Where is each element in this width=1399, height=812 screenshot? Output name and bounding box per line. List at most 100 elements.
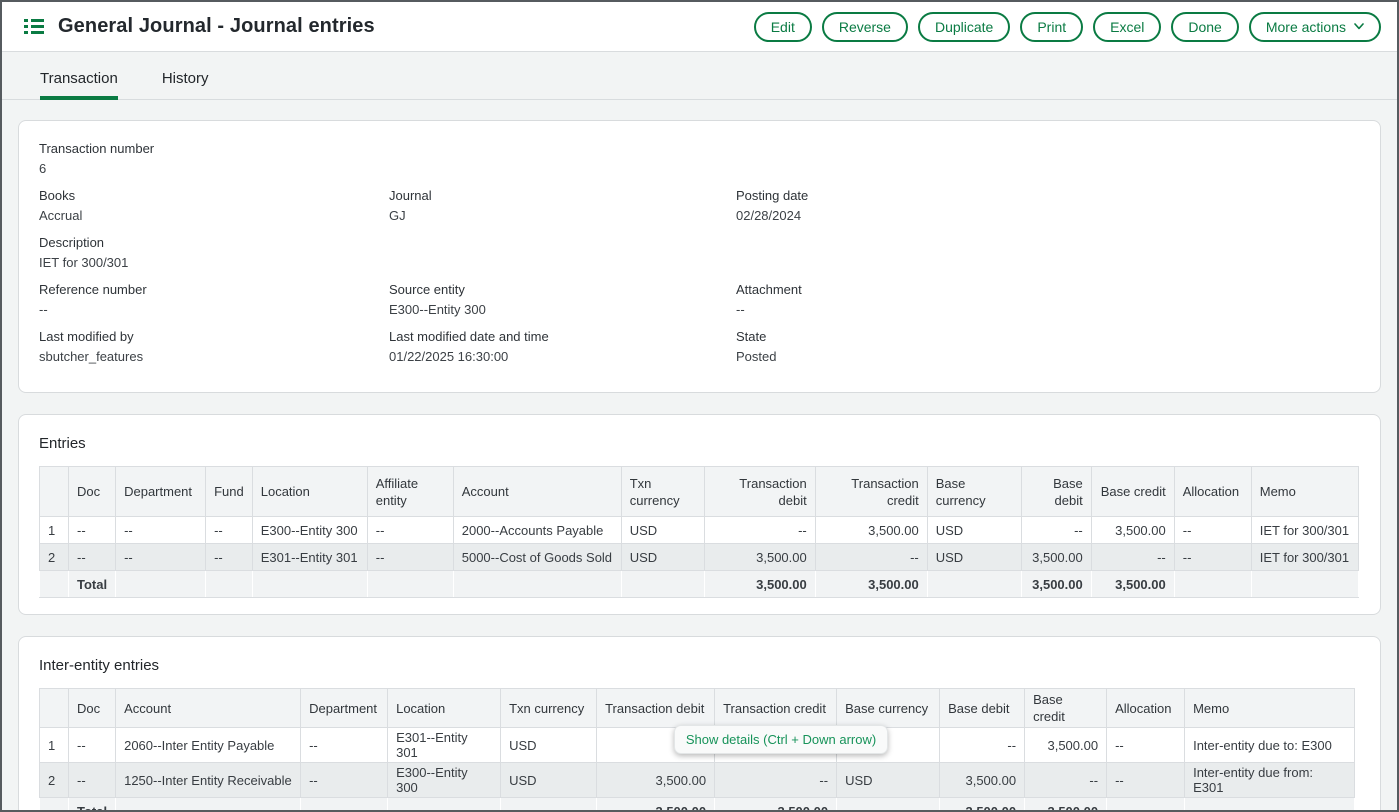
field-label: Attachment bbox=[736, 282, 1340, 298]
table-cell[interactable]: E301--Entity 301 bbox=[388, 728, 501, 763]
field-value: Posted bbox=[736, 349, 1340, 365]
tab-transaction[interactable]: Transaction bbox=[40, 70, 118, 100]
table-cell[interactable]: -- bbox=[301, 728, 388, 763]
table-cell[interactable]: Inter-entity due from: E301 bbox=[1185, 763, 1355, 798]
table-cell[interactable]: Inter-entity due to: E300 bbox=[1185, 728, 1355, 763]
table-cell[interactable]: -- bbox=[367, 517, 453, 544]
column-header: Location bbox=[388, 689, 501, 728]
table-cell[interactable]: 1 bbox=[40, 517, 69, 544]
excel-button[interactable]: Excel bbox=[1093, 12, 1161, 42]
field-value: Accrual bbox=[39, 208, 369, 224]
table-cell[interactable]: E301--Entity 301 bbox=[252, 544, 367, 571]
table-cell[interactable]: -- bbox=[69, 763, 116, 798]
page-title: General Journal - Journal entries bbox=[58, 15, 375, 38]
table-cell[interactable]: 2 bbox=[40, 544, 69, 571]
field-label: Source entity bbox=[389, 282, 716, 298]
more-actions-button[interactable]: More actions bbox=[1249, 12, 1381, 42]
field-value: 01/22/2025 16:30:00 bbox=[389, 349, 716, 365]
list-icon-glyph bbox=[24, 18, 44, 35]
done-button[interactable]: Done bbox=[1171, 12, 1238, 42]
action-button-group: Edit Reverse Duplicate Print Excel Done … bbox=[754, 12, 1381, 42]
field-value: -- bbox=[39, 302, 369, 318]
table-cell[interactable]: USD bbox=[927, 517, 1021, 544]
field-row: Transaction number 6 bbox=[39, 141, 1360, 177]
table-cell[interactable]: -- bbox=[1174, 517, 1251, 544]
column-header: Transaction debit bbox=[597, 689, 715, 728]
table-cell[interactable]: -- bbox=[69, 544, 116, 571]
table-cell[interactable]: 3,500.00 bbox=[1091, 517, 1174, 544]
column-header: Txn currency bbox=[501, 689, 597, 728]
table-cell[interactable]: 2 bbox=[40, 763, 69, 798]
table-cell[interactable]: USD bbox=[501, 728, 597, 763]
table-cell[interactable]: 1 bbox=[40, 728, 69, 763]
total-cell: 3,500.00 bbox=[597, 798, 715, 812]
table-cell[interactable]: 2000--Accounts Payable bbox=[453, 517, 621, 544]
field-row: Last modified bysbutcher_featuresLast mo… bbox=[39, 329, 1360, 365]
table-cell[interactable]: -- bbox=[1021, 517, 1091, 544]
journal-list-icon[interactable] bbox=[24, 18, 44, 35]
table-cell[interactable]: 3,500.00 bbox=[940, 763, 1025, 798]
field-label: Transaction number bbox=[39, 141, 369, 157]
tab-history[interactable]: History bbox=[162, 70, 209, 100]
table-cell[interactable]: -- bbox=[367, 544, 453, 571]
table-cell[interactable]: USD bbox=[501, 763, 597, 798]
table-cell[interactable]: -- bbox=[116, 517, 206, 544]
total-cell bbox=[301, 798, 388, 812]
table-cell[interactable]: 3,500.00 bbox=[597, 763, 715, 798]
table-cell[interactable]: USD bbox=[621, 517, 704, 544]
table-cell[interactable]: -- bbox=[704, 517, 815, 544]
column-header: Base credit bbox=[1091, 467, 1174, 517]
table-cell[interactable]: 1250--Inter Entity Receivable bbox=[116, 763, 301, 798]
column-header: Base currency bbox=[837, 689, 940, 728]
table-cell[interactable]: USD bbox=[927, 544, 1021, 571]
table-cell[interactable]: -- bbox=[1025, 763, 1107, 798]
field-label: Books bbox=[39, 188, 369, 204]
field-row: BooksAccrualJournalGJPosting date02/28/2… bbox=[39, 188, 1360, 224]
table-cell[interactable]: -- bbox=[301, 763, 388, 798]
table-cell[interactable]: USD bbox=[837, 763, 940, 798]
app-window: General Journal - Journal entries Edit R… bbox=[0, 0, 1399, 812]
total-cell: Total bbox=[69, 571, 116, 598]
table-cell[interactable]: 3,500.00 bbox=[1025, 728, 1107, 763]
total-cell bbox=[1174, 571, 1251, 598]
table-cell[interactable]: USD bbox=[621, 544, 704, 571]
table-cell[interactable]: 3,500.00 bbox=[1021, 544, 1091, 571]
table-cell[interactable]: -- bbox=[206, 517, 253, 544]
table-cell[interactable]: -- bbox=[940, 728, 1025, 763]
table-cell[interactable]: 5000--Cost of Goods Sold bbox=[453, 544, 621, 571]
table-cell[interactable]: 3,500.00 bbox=[704, 544, 815, 571]
table-cell[interactable]: -- bbox=[1107, 763, 1185, 798]
table-cell[interactable]: -- bbox=[69, 517, 116, 544]
table-cell[interactable]: -- bbox=[1174, 544, 1251, 571]
field-value: 6 bbox=[39, 161, 369, 177]
table-cell[interactable]: IET for 300/301 bbox=[1251, 517, 1358, 544]
reverse-button[interactable]: Reverse bbox=[822, 12, 908, 42]
table-cell[interactable]: -- bbox=[1091, 544, 1174, 571]
table-cell[interactable]: -- bbox=[815, 544, 927, 571]
table-cell[interactable]: -- bbox=[116, 544, 206, 571]
total-row: Total3,500.003,500.003,500.003,500.00 bbox=[40, 798, 1355, 812]
total-cell: 3,500.00 bbox=[1021, 571, 1091, 598]
print-button[interactable]: Print bbox=[1020, 12, 1083, 42]
table-cell[interactable]: -- bbox=[715, 763, 837, 798]
show-details-tooltip: Show details (Ctrl + Down arrow) bbox=[674, 725, 888, 754]
column-header: Department bbox=[301, 689, 388, 728]
column-header: Department bbox=[116, 467, 206, 517]
table-cell[interactable]: E300--Entity 300 bbox=[388, 763, 501, 798]
table-cell[interactable]: 2060--Inter Entity Payable bbox=[116, 728, 301, 763]
table-cell[interactable]: 3,500.00 bbox=[815, 517, 927, 544]
field-books: Books Accrual bbox=[39, 188, 389, 224]
table-cell[interactable]: -- bbox=[69, 728, 116, 763]
table-cell[interactable]: -- bbox=[206, 544, 253, 571]
table-cell[interactable]: IET for 300/301 bbox=[1251, 544, 1358, 571]
total-cell bbox=[837, 798, 940, 812]
entries-panel: Entries DocDepartmentFundLocationAffilia… bbox=[18, 414, 1381, 615]
duplicate-button[interactable]: Duplicate bbox=[918, 12, 1010, 42]
total-cell: 3,500.00 bbox=[940, 798, 1025, 812]
field-label: Description bbox=[39, 235, 369, 251]
total-cell bbox=[367, 571, 453, 598]
table-cell[interactable]: -- bbox=[1107, 728, 1185, 763]
edit-button[interactable]: Edit bbox=[754, 12, 812, 42]
table-cell[interactable]: E300--Entity 300 bbox=[252, 517, 367, 544]
column-header: Location bbox=[252, 467, 367, 517]
